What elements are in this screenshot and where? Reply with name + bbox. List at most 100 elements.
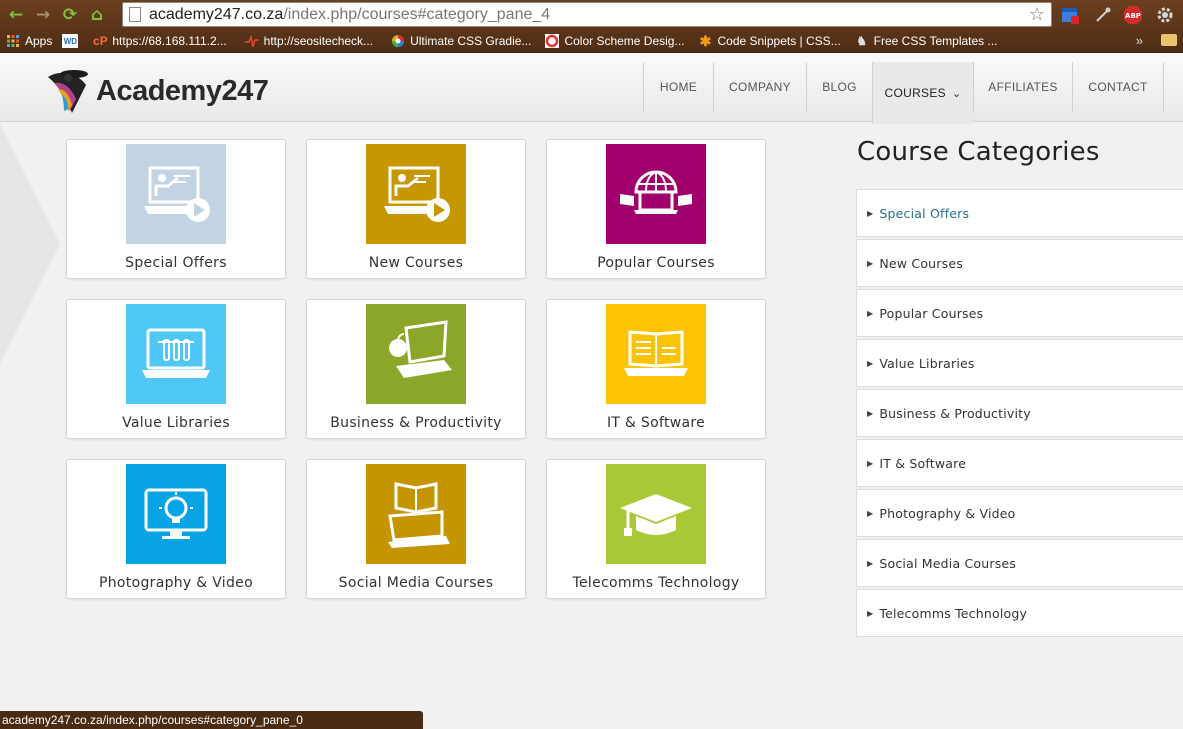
nav-contact-label: CONTACT bbox=[1088, 80, 1148, 94]
eyedropper-icon[interactable] bbox=[1093, 5, 1113, 25]
book-laptop-icon bbox=[624, 330, 688, 376]
bookmark-seositecheck[interactable]: http://seositecheck... bbox=[244, 34, 374, 48]
wd-icon: WD bbox=[62, 34, 79, 48]
nav-courses[interactable]: COURSES ⌄ bbox=[872, 62, 973, 124]
card-label: Special Offers bbox=[125, 255, 227, 271]
bookmark-label: Ultimate CSS Gradie... bbox=[410, 34, 532, 48]
color-wheel-icon bbox=[391, 34, 405, 48]
page-icon bbox=[129, 7, 141, 22]
bookmark-color-scheme[interactable]: Color Scheme Desig... bbox=[545, 34, 684, 48]
bookmark-label: Free CSS Templates ... bbox=[873, 34, 998, 48]
apple-laptop-icon bbox=[389, 320, 452, 378]
snippets-icon: ✱ bbox=[699, 32, 712, 49]
address-url[interactable]: academy247.co.za/index.php/courses#categ… bbox=[149, 6, 550, 24]
category-item-value-libraries[interactable]: ▶ Value Libraries bbox=[856, 339, 1183, 387]
category-item-new-courses[interactable]: ▶ New Courses bbox=[856, 239, 1183, 287]
triangle-right-icon: ▶ bbox=[867, 458, 874, 468]
course-card-value-libraries[interactable]: Value Libraries bbox=[66, 299, 286, 439]
book-laptop-open-icon bbox=[388, 482, 450, 548]
bookmarks-bar: Apps WD cP https://68.168.111.2... http:… bbox=[0, 30, 1183, 53]
reload-icon[interactable]: ⟳ bbox=[59, 4, 81, 26]
browser-toolbar: ← → ⟳ ⌂ academy247.co.za/index.php/cours… bbox=[0, 0, 1183, 30]
bookmarks-more-icon[interactable]: » bbox=[1136, 33, 1143, 48]
home-icon[interactable]: ⌂ bbox=[86, 4, 108, 26]
triangle-right-icon: ▶ bbox=[867, 208, 874, 218]
bookmark-wd[interactable]: WD bbox=[62, 34, 83, 48]
cpanel-icon: cP bbox=[93, 34, 108, 48]
globe-laptops-icon bbox=[620, 170, 692, 214]
triangle-right-icon: ▶ bbox=[867, 558, 874, 568]
nav-blog[interactable]: BLOG bbox=[806, 62, 872, 112]
site-header: Academy247 HOME COMPANY BLOG COURSES ⌄ AF… bbox=[0, 53, 1183, 124]
chevron-down-icon: ⌄ bbox=[951, 87, 962, 100]
bookmark-label: http://seositecheck... bbox=[263, 34, 374, 48]
folder-icon[interactable] bbox=[1161, 34, 1177, 46]
bookmark-label: Color Scheme Desig... bbox=[564, 34, 685, 48]
bookmark-label: Apps bbox=[25, 34, 53, 48]
course-card-new-courses[interactable]: New Courses bbox=[306, 139, 526, 279]
back-arrow-icon[interactable]: ← bbox=[5, 4, 27, 26]
course-card-special-offers[interactable]: Special Offers bbox=[66, 139, 286, 279]
triangle-right-icon: ▶ bbox=[867, 308, 874, 318]
nav-blog-label: BLOG bbox=[822, 80, 857, 94]
nav-overflow-edge bbox=[1163, 62, 1183, 112]
svg-text:ABP: ABP bbox=[1125, 12, 1141, 20]
course-card-social-media[interactable]: Social Media Courses bbox=[306, 459, 526, 599]
category-item-popular-courses[interactable]: ▶ Popular Courses bbox=[856, 289, 1183, 337]
card-thumb bbox=[126, 464, 226, 564]
bookmark-css-gradient[interactable]: Ultimate CSS Gradie... bbox=[391, 34, 531, 48]
bookmark-cpanel[interactable]: cP https://68.168.111.2... bbox=[93, 34, 227, 48]
card-thumb bbox=[606, 144, 706, 244]
category-item-it-software[interactable]: ▶ IT & Software bbox=[856, 439, 1183, 487]
bookmark-free-css-templates[interactable]: ♞ Free CSS Templates ... bbox=[855, 34, 998, 48]
triangle-right-icon: ▶ bbox=[867, 258, 874, 268]
presenter-laptop-play-icon bbox=[384, 166, 450, 222]
site-logo[interactable]: Academy247 bbox=[42, 67, 269, 115]
nav-company[interactable]: COMPANY bbox=[713, 62, 806, 112]
category-item-business-productivity[interactable]: ▶ Business & Productivity bbox=[856, 389, 1183, 437]
nav-contact[interactable]: CONTACT bbox=[1072, 62, 1163, 112]
course-card-it-software[interactable]: IT & Software bbox=[546, 299, 766, 439]
card-thumb bbox=[606, 464, 706, 564]
course-card-telecomms-technology[interactable]: Telecomms Technology bbox=[546, 459, 766, 599]
address-bar[interactable]: academy247.co.za/index.php/courses#categ… bbox=[122, 2, 1052, 27]
category-list: ▶ Special Offers ▶ New Courses ▶ Popular Co… bbox=[856, 189, 1183, 639]
card-label: Business & Productivity bbox=[330, 415, 502, 431]
card-thumb bbox=[126, 304, 226, 404]
card-label: New Courses bbox=[368, 255, 464, 271]
course-card-photography-video[interactable]: Photography & Video bbox=[66, 459, 286, 599]
card-thumb bbox=[366, 464, 466, 564]
category-item-telecomms-technology[interactable]: ▶ Telecomms Technology bbox=[856, 589, 1183, 637]
bookmark-apps[interactable]: Apps bbox=[6, 34, 52, 48]
category-label: New Courses bbox=[879, 255, 963, 271]
category-item-special-offers[interactable]: ▶ Special Offers bbox=[856, 189, 1183, 237]
nav-company-label: COMPANY bbox=[729, 80, 791, 94]
category-label: IT & Software bbox=[879, 455, 967, 471]
nav-courses-label: COURSES bbox=[884, 86, 946, 100]
settings-gear-icon[interactable] bbox=[1155, 5, 1175, 25]
category-label: Special Offers bbox=[879, 205, 970, 221]
category-item-photography-video[interactable]: ▶ Photography & Video bbox=[856, 489, 1183, 537]
nav-affiliates[interactable]: AFFILIATES bbox=[973, 62, 1072, 112]
adblock-icon[interactable]: ABP bbox=[1123, 5, 1143, 25]
triangle-right-icon: ▶ bbox=[867, 358, 874, 368]
card-label: Social Media Courses bbox=[338, 575, 494, 591]
course-card-popular-courses[interactable]: Popular Courses bbox=[546, 139, 766, 279]
bookmark-label: Code Snippets | CSS... bbox=[717, 34, 841, 48]
pulse-icon bbox=[244, 34, 259, 48]
card-thumb bbox=[606, 304, 706, 404]
bookmark-star-icon[interactable]: ☆ bbox=[1029, 4, 1045, 25]
category-item-social-media[interactable]: ▶ Social Media Courses bbox=[856, 539, 1183, 587]
url-path: /index.php/courses#category_pane_4 bbox=[283, 5, 551, 23]
status-bar-url: academy247.co.za/index.php/courses#categ… bbox=[0, 711, 423, 729]
card-label: IT & Software bbox=[606, 415, 706, 431]
bookmark-code-snippets[interactable]: ✱ Code Snippets | CSS... bbox=[698, 32, 841, 49]
category-label: Telecomms Technology bbox=[879, 605, 1028, 621]
calendar-extension-icon[interactable] bbox=[1060, 5, 1080, 25]
background-chevron bbox=[0, 124, 60, 364]
card-label: Photography & Video bbox=[99, 575, 253, 591]
course-card-business-productivity[interactable]: Business & Productivity bbox=[306, 299, 526, 439]
forward-arrow-icon[interactable]: → bbox=[32, 4, 54, 26]
nav-home[interactable]: HOME bbox=[643, 62, 713, 112]
triangle-right-icon: ▶ bbox=[867, 508, 874, 518]
